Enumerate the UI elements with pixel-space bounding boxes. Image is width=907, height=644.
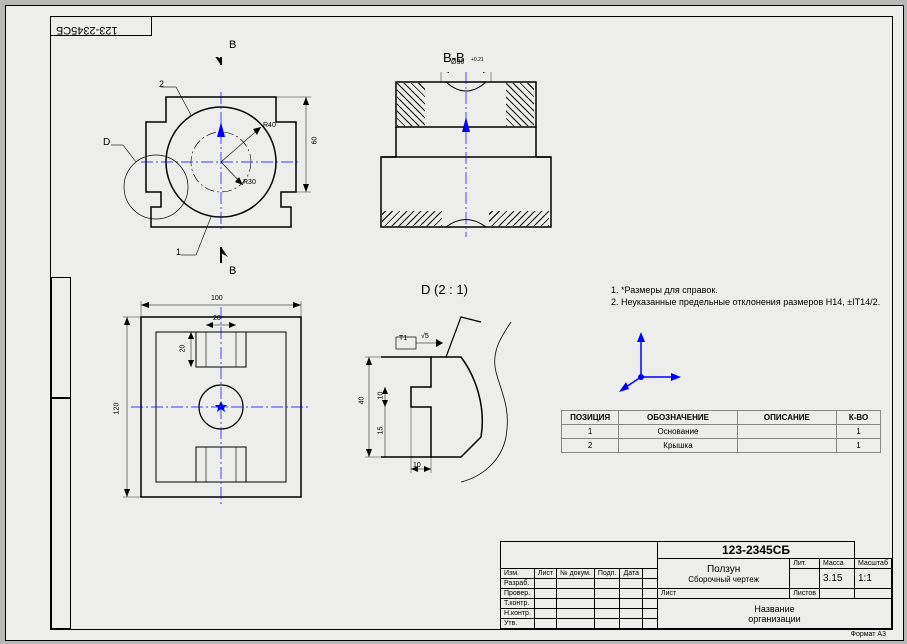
dim-15: 15 xyxy=(377,427,384,435)
bom-row: 1 Основание 1 xyxy=(562,425,881,439)
dim-60: 60 xyxy=(311,137,318,145)
tb-doc: № докум. xyxy=(557,569,595,579)
view-top xyxy=(121,297,321,517)
tb-nkontr: Н.контр. xyxy=(500,609,534,619)
bom-table: ПОЗИЦИЯ ОБОЗНАЧЕНИЕ ОПИСАНИЕ К-ВО 1 Осно… xyxy=(561,410,881,453)
dim-dia30-tol: +0.21 xyxy=(471,57,484,63)
view-detail-d xyxy=(351,307,551,497)
titleblock-lit-h: Лит. xyxy=(790,559,820,569)
hatch xyxy=(382,211,442,226)
drawing-sheet: 123-2345СБ Модель Развертка Чертеж Лист1… xyxy=(5,5,904,641)
title-block: 123-2345СБ Ползун Сборочный чертеж Лит. … xyxy=(500,541,892,629)
bom-header-des: ОБОЗНАЧЕНИЕ xyxy=(619,411,738,425)
hatch xyxy=(506,83,534,126)
bom-header-desc: ОПИСАНИЕ xyxy=(737,411,836,425)
margin-cell xyxy=(51,277,71,399)
tb-podp: Подп. xyxy=(594,569,620,579)
hatch xyxy=(489,211,549,226)
titleblock-mass: 3.15 xyxy=(820,569,855,589)
view-front xyxy=(111,57,331,277)
surface-finish: √5 xyxy=(421,333,429,340)
dim-dia30: Ø30 xyxy=(451,59,464,66)
note-2: 2. Неуказанные предельные отклонения раз… xyxy=(611,297,880,307)
gdt-t1: T1 xyxy=(399,335,407,342)
titleblock-scale: 1:1 xyxy=(855,569,892,589)
bom-header-pos: ПОЗИЦИЯ xyxy=(562,411,619,425)
tb-tkontr: Т.контр. xyxy=(500,599,534,609)
tb-razrab: Разраб. xyxy=(500,579,534,589)
detail-title: D (2 : 1) xyxy=(421,282,468,297)
note-1: 1. *Размеры для справок. xyxy=(611,285,718,295)
dim-10b: 10 xyxy=(413,462,421,469)
dim-20: 20 xyxy=(213,315,221,322)
tb-listn: Лист xyxy=(658,589,790,599)
margin-cell xyxy=(51,397,71,629)
titleblock-partname: Ползун Сборочный чертеж xyxy=(658,559,790,589)
dim-120: 120 xyxy=(113,403,120,415)
tb-prov: Провер. xyxy=(500,589,534,599)
dim-r30: R30 xyxy=(243,179,256,186)
tb-izm: Изм. xyxy=(500,569,534,579)
titleblock-number: 123-2345СБ xyxy=(658,542,855,559)
coordinate-gizmo[interactable] xyxy=(611,327,691,397)
dim-10a: 10 xyxy=(377,392,384,400)
hatch xyxy=(397,83,425,126)
bom-header-qty: К-ВО xyxy=(837,411,881,425)
section-mark-B-bot: B xyxy=(229,265,236,277)
callout-2: 2 xyxy=(159,79,164,89)
titleblock-org: Название организации xyxy=(658,599,892,629)
dim-r40: R40 xyxy=(263,122,276,129)
dim-20b: 20 xyxy=(179,345,186,353)
section-mark-B-top: B xyxy=(229,39,236,51)
titleblock-lit xyxy=(790,569,820,589)
tb-date: Дата xyxy=(620,569,643,579)
callout-1: 1 xyxy=(176,247,181,257)
tb-utv: Утв. xyxy=(500,619,534,629)
titleblock-mass-h: Масса xyxy=(820,559,855,569)
detail-d-label: D xyxy=(103,137,110,148)
dim-40: 40 xyxy=(358,397,365,405)
format-label: Формат А3 xyxy=(851,631,886,638)
tb-listov: Листов xyxy=(790,589,820,599)
titleblock-scale-h: Масштаб xyxy=(855,559,892,569)
tb-list: Лист xyxy=(534,569,556,579)
dim-100: 100 xyxy=(211,295,223,302)
bom-row: 2 Крышка 1 xyxy=(562,439,881,453)
drawing-frame: R40 R30 2 1 D B B 60 B-B xyxy=(50,16,893,630)
